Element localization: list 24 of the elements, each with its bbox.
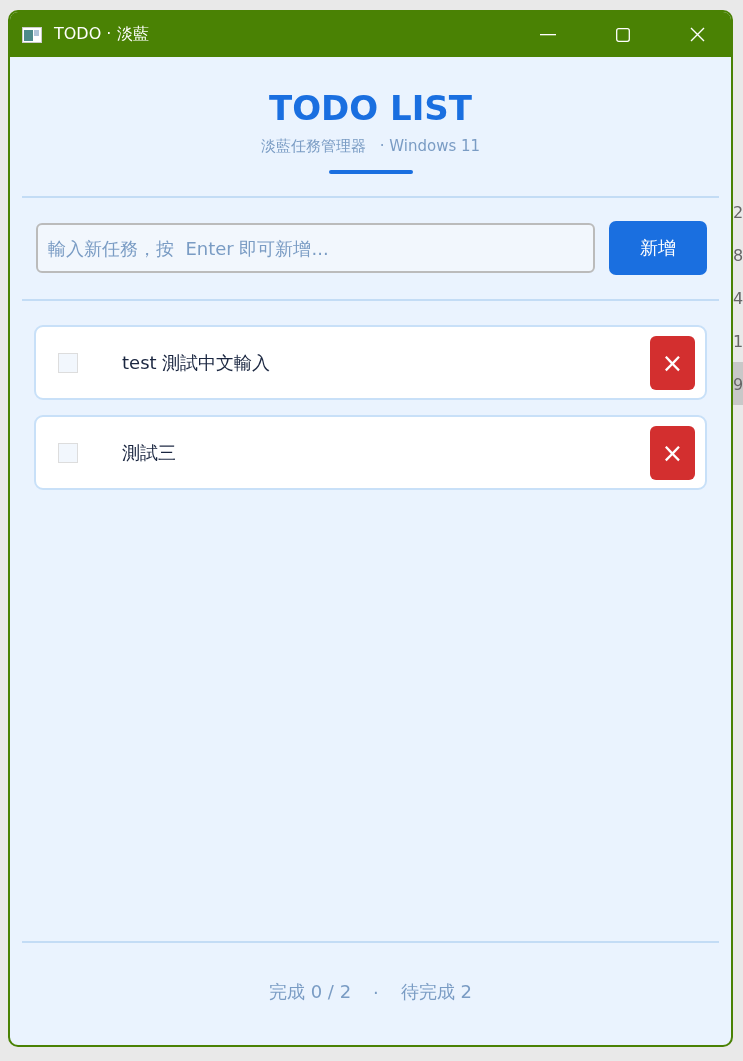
background-row-number: 1 [733,331,743,353]
background-row-number: 4 [733,288,743,310]
platform-label: · Windows 11 [379,137,481,156]
separator-dot: · [373,981,379,1003]
delete-button[interactable]: × [650,425,695,480]
subtitle: 淡藍任務管理器 [260,137,366,156]
done-count: 完成 0 / 2 [268,980,352,1004]
close-icon[interactable] [690,27,705,42]
background-row-number: 2 [733,202,743,224]
delete-button[interactable]: × [650,335,695,390]
pending-count: 待完成 2 [400,980,473,1004]
background-row-number: 9 [733,362,743,405]
background-row-number: 8 [733,245,743,267]
task-input-field[interactable]: 輸入新任務，按 Enter 即可新增... [36,223,595,273]
window-title: TODO · 淡藍 [54,24,149,45]
task-checkbox[interactable] [58,352,78,373]
app-title: TODO LIST [268,87,473,129]
app-icon [22,26,42,43]
minimize-icon[interactable] [540,33,556,36]
task-text: 測試三 [122,440,177,465]
maximize-icon[interactable] [616,27,630,42]
add-button[interactable]: 新增 [609,221,707,275]
task-checkbox[interactable] [58,442,78,463]
task-text: test 測試中文輸入 [122,350,272,375]
